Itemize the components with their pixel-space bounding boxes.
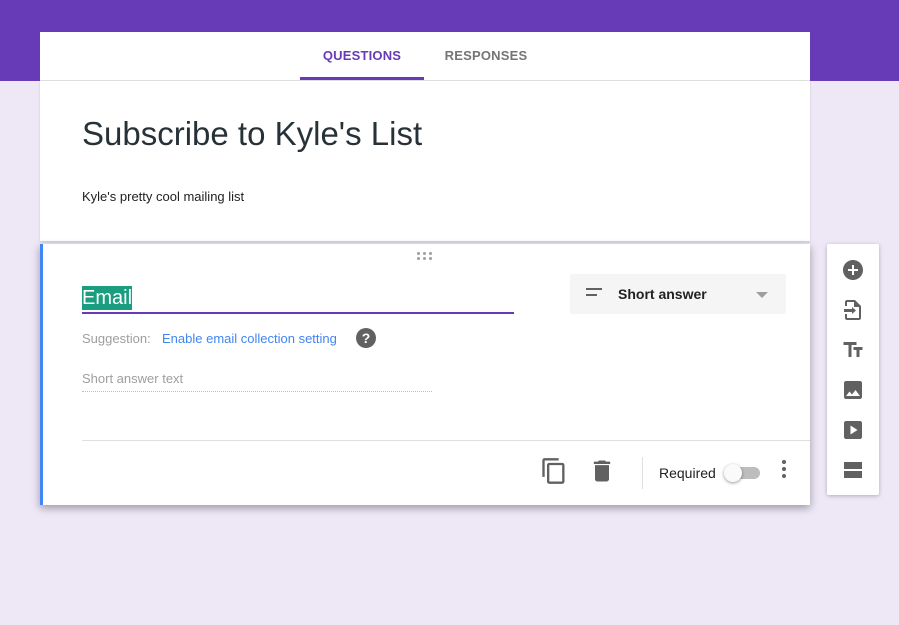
import-questions-button[interactable] <box>841 298 865 322</box>
drag-handle-icon[interactable] <box>417 252 433 260</box>
import-questions-icon <box>844 300 861 320</box>
question-type-label: Short answer <box>618 286 707 302</box>
add-image-icon <box>844 381 862 399</box>
tab-responses[interactable]: RESPONSES <box>424 32 548 80</box>
add-section-button[interactable] <box>841 458 865 482</box>
add-question-button[interactable] <box>841 258 865 282</box>
chevron-down-icon <box>756 292 768 298</box>
more-vert-icon[interactable] <box>780 460 788 480</box>
suggestion-label: Suggestion: <box>82 331 151 346</box>
question-title-input[interactable]: Email <box>82 286 514 314</box>
add-video-button[interactable] <box>841 418 865 442</box>
active-question-indicator <box>40 244 43 505</box>
footer-divider <box>82 440 810 441</box>
form-title[interactable]: Subscribe to Kyle's List <box>82 115 422 153</box>
add-question-icon <box>843 260 863 280</box>
question-title-text: Email <box>82 286 133 310</box>
add-section-icon <box>844 462 862 478</box>
form-header-card: Subscribe to Kyle's List Kyle's pretty c… <box>40 81 810 241</box>
add-image-button[interactable] <box>841 378 865 402</box>
tab-questions[interactable]: QUESTIONS <box>300 32 424 80</box>
enable-email-collection-link[interactable]: Enable email collection setting <box>162 331 337 346</box>
footer-separator <box>642 457 643 489</box>
form-description[interactable]: Kyle's pretty cool mailing list <box>82 189 244 204</box>
help-icon[interactable]: ? <box>356 328 376 348</box>
short-answer-placeholder: Short answer text <box>82 371 432 392</box>
active-tab-indicator <box>300 77 424 80</box>
add-title-icon <box>843 342 863 357</box>
question-type-dropdown[interactable]: Short answer <box>570 274 786 314</box>
delete-button[interactable] <box>588 457 616 485</box>
duplicate-icon <box>542 458 565 484</box>
short-text-icon <box>586 288 602 300</box>
tab-bar: QUESTIONS RESPONSES <box>40 32 810 81</box>
side-toolbar <box>827 244 879 495</box>
add-title-button[interactable] <box>841 338 865 362</box>
delete-icon <box>593 460 611 482</box>
question-card[interactable]: Email Suggestion: Enable email collectio… <box>40 244 810 505</box>
add-video-icon <box>844 421 862 439</box>
required-label: Required <box>659 465 716 481</box>
required-toggle[interactable] <box>724 464 760 482</box>
toggle-thumb <box>724 464 742 482</box>
duplicate-button[interactable] <box>540 457 568 485</box>
